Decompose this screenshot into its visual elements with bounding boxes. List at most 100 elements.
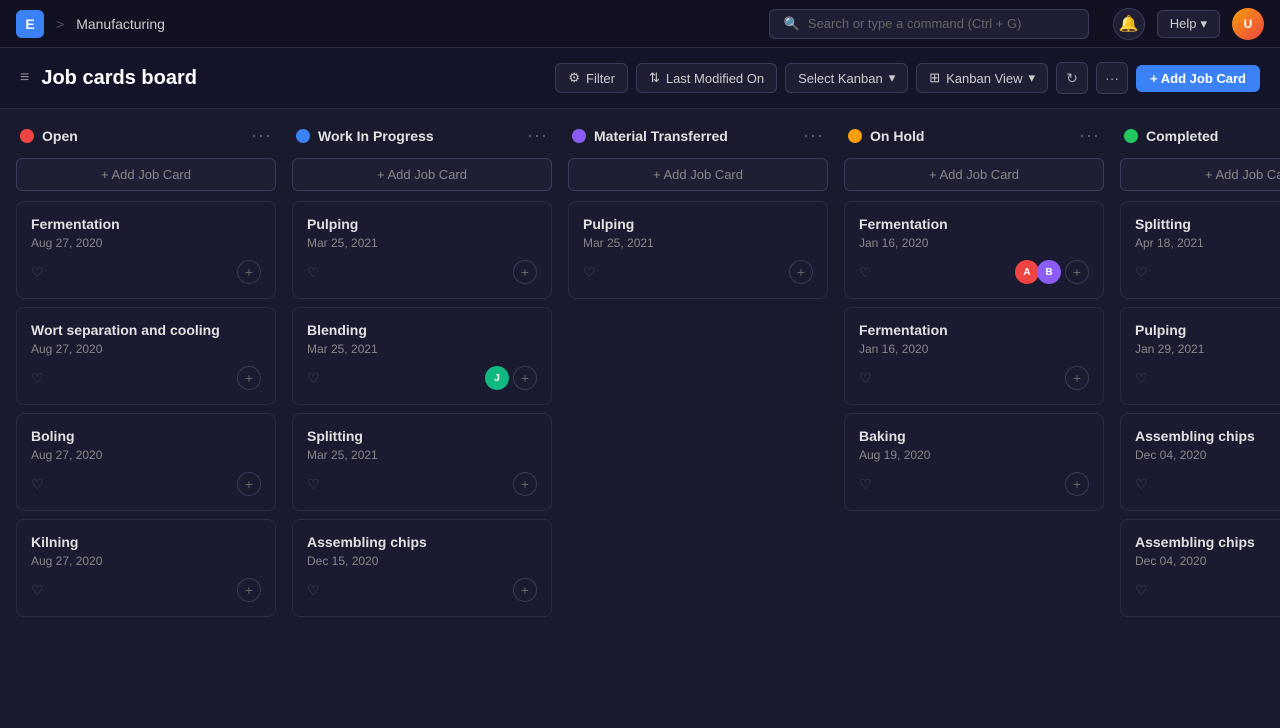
add-job-card-btn-material-transferred[interactable]: + Add Job Card: [568, 158, 828, 191]
table-row[interactable]: FermentationJan 16, 2020♡+: [844, 307, 1104, 405]
page-title: Job cards board: [41, 67, 543, 90]
kanban-view-button[interactable]: ⊞ Kanban View ▾: [916, 63, 1048, 93]
refresh-button[interactable]: ↻: [1056, 62, 1088, 94]
like-icon[interactable]: ♡: [859, 370, 872, 387]
add-job-card-btn-open[interactable]: + Add Job Card: [16, 158, 276, 191]
column-title: Material Transferred: [594, 128, 795, 144]
card-add-button[interactable]: +: [1065, 472, 1089, 496]
card-add-button[interactable]: +: [237, 472, 261, 496]
like-icon[interactable]: ♡: [859, 476, 872, 493]
column-more-button[interactable]: ···: [527, 125, 548, 146]
table-row[interactable]: SplittingApr 18, 2021♡+: [1120, 201, 1280, 299]
like-icon[interactable]: ♡: [31, 582, 44, 599]
app-logo[interactable]: E: [16, 10, 44, 38]
help-button[interactable]: Help ▾: [1157, 10, 1220, 38]
cards-list: SplittingApr 18, 2021♡+PulpingJan 29, 20…: [1120, 201, 1280, 617]
card-add-button[interactable]: +: [1065, 260, 1089, 284]
sort-button[interactable]: ⇅ Last Modified On: [636, 63, 777, 93]
column-more-button[interactable]: ···: [1079, 125, 1100, 146]
kanban-view-icon: ⊞: [929, 70, 940, 86]
table-row[interactable]: FermentationJan 16, 2020♡AB+: [844, 201, 1104, 299]
table-row[interactable]: PulpingMar 25, 2021♡+: [568, 201, 828, 299]
card-avatars: +: [513, 472, 537, 496]
like-icon[interactable]: ♡: [31, 264, 44, 281]
search-icon: 🔍: [784, 16, 800, 32]
card-title: Blending: [307, 322, 537, 338]
like-icon[interactable]: ♡: [307, 582, 320, 599]
card-footer: ♡+: [1135, 260, 1280, 284]
card-avatars: J+: [485, 366, 537, 390]
card-title: Pulping: [583, 216, 813, 232]
table-row[interactable]: BakingAug 19, 2020♡+: [844, 413, 1104, 511]
card-add-button[interactable]: +: [1065, 366, 1089, 390]
like-icon[interactable]: ♡: [1135, 582, 1148, 599]
like-icon[interactable]: ♡: [583, 264, 596, 281]
card-add-button[interactable]: +: [237, 260, 261, 284]
table-row[interactable]: Boling Aug 27, 2020 ♡ +: [16, 413, 276, 511]
like-icon[interactable]: ♡: [307, 476, 320, 493]
add-job-card-btn-completed[interactable]: + Add Job Card: [1120, 158, 1280, 191]
filter-button[interactable]: ⚙ Filter: [555, 63, 628, 93]
card-footer: ♡+: [31, 260, 261, 284]
toolbar: ⚙ Filter ⇅ Last Modified On Select Kanba…: [555, 62, 1260, 94]
filter-icon: ⚙: [568, 70, 580, 86]
card-avatars: +: [237, 472, 261, 496]
card-footer: ♡+: [307, 472, 537, 496]
card-avatars: +: [1065, 366, 1089, 390]
user-avatar[interactable]: U: [1232, 8, 1264, 40]
board-container: Open···+ Add Job CardFermentationAug 27,…: [0, 109, 1280, 728]
card-date: Jan 29, 2021: [1135, 342, 1280, 356]
select-kanban-button[interactable]: Select Kanban ▾: [785, 63, 908, 93]
add-job-card-btn-wip[interactable]: + Add Job Card: [292, 158, 552, 191]
card-title: Pulping: [307, 216, 537, 232]
card-footer: ♡+: [307, 578, 537, 602]
card-footer: ♡+: [307, 260, 537, 284]
card-add-button[interactable]: +: [513, 260, 537, 284]
kanban-view-label: Kanban View: [946, 71, 1022, 86]
add-job-card-button[interactable]: + Add Job Card: [1136, 65, 1260, 92]
page-header: ≡ Job cards board ⚙ Filter ⇅ Last Modifi…: [0, 48, 1280, 109]
cards-list: FermentationJan 16, 2020♡AB+Fermentation…: [844, 201, 1104, 511]
card-footer: ♡+: [31, 366, 261, 390]
card-date: Dec 15, 2020: [307, 554, 537, 568]
table-row[interactable]: Assembling chipsDec 15, 2020♡+: [292, 519, 552, 617]
table-row[interactable]: Assembling chipsDec 04, 2020♡+: [1120, 413, 1280, 511]
table-row[interactable]: Assembling chipsDec 04, 2020♡+: [1120, 519, 1280, 617]
card-date: Aug 27, 2020: [31, 448, 261, 462]
card-add-button[interactable]: +: [237, 578, 261, 602]
card-add-button[interactable]: +: [237, 366, 261, 390]
like-icon[interactable]: ♡: [1135, 476, 1148, 493]
card-title: Fermentation: [31, 216, 261, 232]
notifications-bell[interactable]: 🔔: [1113, 8, 1145, 40]
like-icon[interactable]: ♡: [31, 370, 44, 387]
card-add-button[interactable]: +: [789, 260, 813, 284]
table-row[interactable]: FermentationAug 27, 2020♡+: [16, 201, 276, 299]
card-add-button[interactable]: +: [513, 472, 537, 496]
column-material-transferred: Material Transferred ··· + Add Job Card Pul…: [568, 125, 828, 712]
search-bar[interactable]: 🔍 Search or type a command (Ctrl + G): [769, 9, 1089, 39]
card-add-button[interactable]: +: [513, 366, 537, 390]
like-icon[interactable]: ♡: [1135, 370, 1148, 387]
table-row[interactable]: KilningAug 27, 2020♡+: [16, 519, 276, 617]
card-date: Mar 25, 2021: [307, 342, 537, 356]
table-row[interactable]: Blending Mar 25, 2021 ♡ J+: [292, 307, 552, 405]
like-icon[interactable]: ♡: [859, 264, 872, 281]
like-icon[interactable]: ♡: [31, 476, 44, 493]
like-icon[interactable]: ♡: [1135, 264, 1148, 281]
table-row[interactable]: SplittingMar 25, 2021♡+: [292, 413, 552, 511]
card-add-button[interactable]: +: [513, 578, 537, 602]
like-icon[interactable]: ♡: [307, 264, 320, 281]
like-icon[interactable]: ♡: [307, 370, 320, 387]
table-row[interactable]: Wort separation and coolingAug 27, 2020♡…: [16, 307, 276, 405]
column-more-button[interactable]: ···: [803, 125, 824, 146]
more-options-button[interactable]: ···: [1096, 62, 1128, 94]
card-avatars: AB+: [1015, 260, 1089, 284]
add-job-card-btn-on-hold[interactable]: + Add Job Card: [844, 158, 1104, 191]
table-row[interactable]: PulpingMar 25, 2021♡+: [292, 201, 552, 299]
card-date: Jan 16, 2020: [859, 236, 1089, 250]
column-more-button[interactable]: ···: [251, 125, 272, 146]
table-row[interactable]: PulpingJan 29, 2021♡+: [1120, 307, 1280, 405]
card-title: Boling: [31, 428, 261, 444]
menu-icon[interactable]: ≡: [20, 69, 29, 87]
breadcrumb-manufacturing[interactable]: Manufacturing: [76, 16, 165, 32]
